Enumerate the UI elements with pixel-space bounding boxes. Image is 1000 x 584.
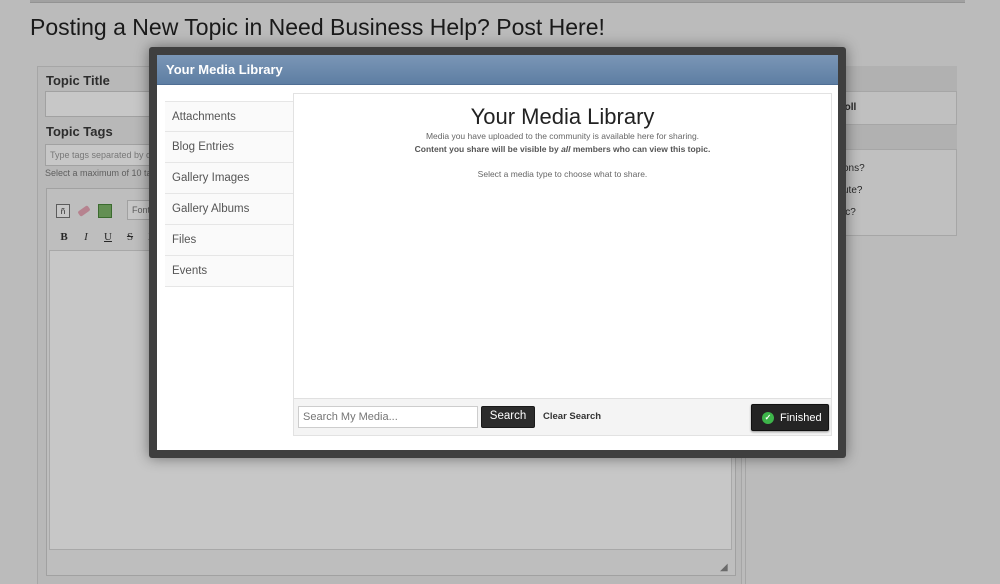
nav-item-gallery-albums[interactable]: Gallery Albums (165, 194, 293, 225)
search-media-input[interactable] (298, 406, 478, 428)
nav-item-gallery-images[interactable]: Gallery Images (165, 163, 293, 194)
finished-button[interactable]: ✓ Finished (751, 404, 829, 431)
visibility-note-start: Content you share will be visible by (414, 144, 562, 154)
visibility-note-emphasis: all (561, 144, 571, 154)
nav-item-files[interactable]: Files (165, 225, 293, 256)
library-visibility-note: Content you share will be visible by all… (294, 144, 831, 154)
clear-search-link[interactable]: Clear Search (543, 411, 601, 422)
media-content-area: Your Media Library Media you have upload… (293, 93, 832, 436)
library-heading: Your Media Library (470, 104, 655, 129)
library-instruction: Select a media type to choose what to sh… (477, 169, 648, 179)
library-description: Media you have uploaded to the community… (425, 131, 700, 141)
dialog-footer: Search Clear Search ✓ Finished (294, 398, 831, 435)
dialog-title: Your Media Library (166, 62, 283, 77)
finished-label: Finished (780, 411, 822, 424)
visibility-note-end: members who can view this topic. (570, 144, 711, 154)
media-type-nav: Attachments Blog Entries Gallery Images … (165, 101, 293, 287)
check-icon: ✓ (762, 411, 774, 424)
search-button[interactable]: Search (481, 406, 535, 428)
nav-item-events[interactable]: Events (165, 256, 293, 287)
nav-item-blog-entries[interactable]: Blog Entries (165, 132, 293, 163)
nav-item-attachments[interactable]: Attachments (165, 101, 293, 132)
media-library-dialog: Your Media Library Attachments Blog Entr… (157, 55, 838, 450)
dialog-titlebar: Your Media Library (157, 55, 838, 85)
